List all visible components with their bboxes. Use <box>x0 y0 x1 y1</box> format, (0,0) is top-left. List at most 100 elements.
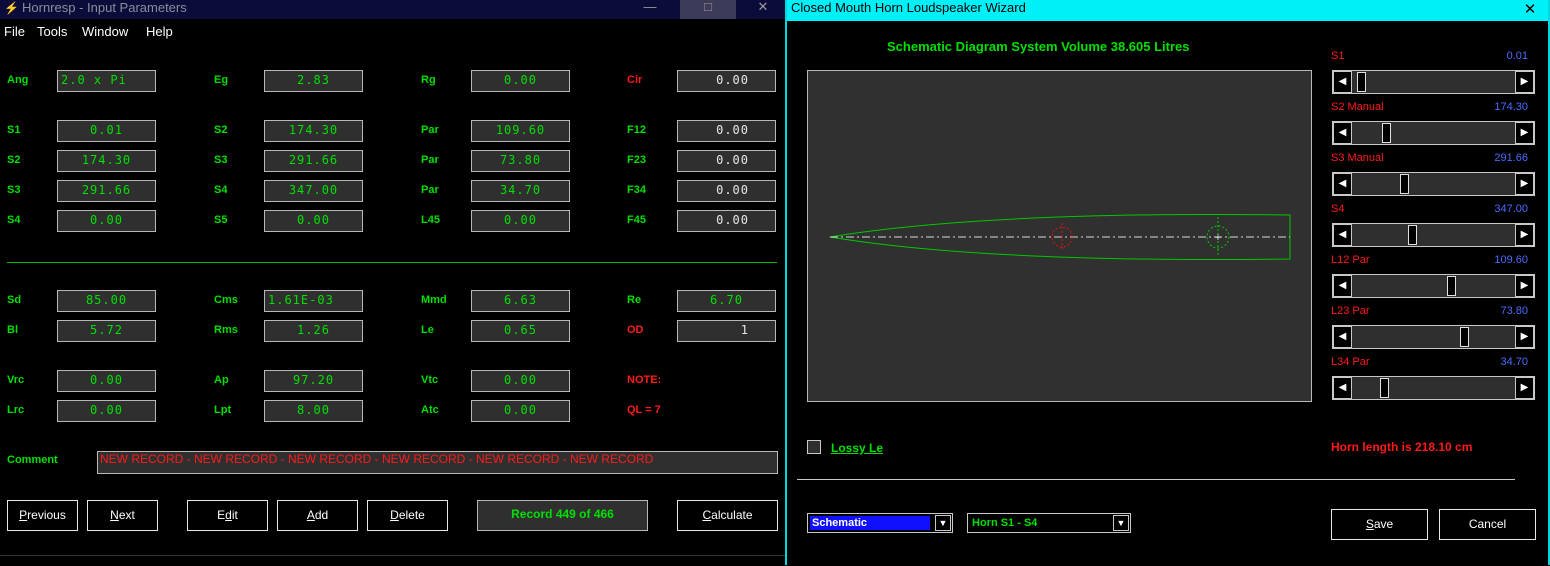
field-re[interactable]: 6.70 <box>677 290 776 312</box>
label-f34: F34 <box>627 184 646 196</box>
lossy-le-checkbox[interactable] <box>807 440 821 454</box>
ql-note: QL = 7 <box>627 404 661 416</box>
chevron-left-icon[interactable]: ◀ <box>1333 377 1352 399</box>
close-button[interactable]: ✕ <box>741 0 785 19</box>
field-od[interactable]: 1 <box>677 320 776 342</box>
field-lpt[interactable]: 8.00 <box>264 400 363 422</box>
label-mmd: Mmd <box>421 294 447 306</box>
previous-button[interactable]: Previous <box>7 500 78 531</box>
field-ap[interactable]: 97.20 <box>264 370 363 392</box>
field-rg[interactable]: 0.00 <box>471 70 570 92</box>
field-eg[interactable]: 2.83 <box>264 70 363 92</box>
horn-segment-select[interactable]: Horn S1 - S4 ▼ <box>967 513 1131 533</box>
chevron-right-icon[interactable]: ▶ <box>1515 377 1534 399</box>
field-rms[interactable]: 1.26 <box>264 320 363 342</box>
label-f45: F45 <box>627 214 646 226</box>
calculate-button[interactable]: Calculate <box>677 500 778 531</box>
slider-thumb[interactable] <box>1447 276 1457 296</box>
chevron-left-icon[interactable]: ◀ <box>1333 224 1352 246</box>
menu-window[interactable]: Window <box>82 24 128 39</box>
field-par-2[interactable]: 73.80 <box>471 150 570 172</box>
field-s4-right[interactable]: 347.00 <box>264 180 363 202</box>
chevron-right-icon[interactable]: ▶ <box>1515 275 1534 297</box>
chevron-left-icon[interactable]: ◀ <box>1333 275 1352 297</box>
menu-help[interactable]: Help <box>146 24 173 39</box>
field-s5[interactable]: 0.00 <box>264 210 363 232</box>
field-f45[interactable]: 0.00 <box>677 210 776 232</box>
delete-button[interactable]: Delete <box>367 500 448 531</box>
horn-segment-value: Horn S1 - S4 <box>972 517 1038 529</box>
field-f23[interactable]: 0.00 <box>677 150 776 172</box>
field-ang[interactable]: 2.0 x Pi <box>57 70 156 92</box>
parameter-slider[interactable]: ◀ ▶ <box>1332 325 1535 349</box>
field-bl[interactable]: 5.72 <box>57 320 156 342</box>
label-s3-right: S3 <box>214 154 228 166</box>
next-label: ext <box>118 508 135 522</box>
parameter-slider[interactable]: ◀ ▶ <box>1332 223 1535 247</box>
next-button[interactable]: Next <box>87 500 158 531</box>
slider-thumb[interactable] <box>1459 327 1469 347</box>
chevron-right-icon[interactable]: ▶ <box>1515 173 1534 195</box>
lossy-le-text: Lossy Le <box>831 441 884 455</box>
field-mmd[interactable]: 6.63 <box>471 290 570 312</box>
field-atc[interactable]: 0.00 <box>471 400 570 422</box>
field-sd[interactable]: 85.00 <box>57 290 156 312</box>
chevron-left-icon[interactable]: ◀ <box>1333 71 1352 93</box>
field-par-3[interactable]: 34.70 <box>471 180 570 202</box>
field-s3[interactable]: 291.66 <box>57 180 156 202</box>
chevron-left-icon[interactable]: ◀ <box>1333 173 1352 195</box>
field-f34[interactable]: 0.00 <box>677 180 776 202</box>
cancel-button[interactable]: Cancel <box>1439 509 1536 540</box>
chevron-down-icon[interactable]: ▼ <box>1113 515 1129 531</box>
parameter-slider[interactable]: ◀ ▶ <box>1332 172 1535 196</box>
parameter-slider[interactable]: ◀ ▶ <box>1332 70 1535 94</box>
field-s3-right[interactable]: 291.66 <box>264 150 363 172</box>
minimize-button[interactable]: — <box>628 0 672 19</box>
field-lrc[interactable]: 0.00 <box>57 400 156 422</box>
field-cir[interactable]: 0.00 <box>677 70 776 92</box>
parameter-slider[interactable]: ◀ ▶ <box>1332 274 1535 298</box>
field-vtc[interactable]: 0.00 <box>471 370 570 392</box>
field-par-1[interactable]: 109.60 <box>471 120 570 142</box>
comment-input[interactable]: NEW RECORD - NEW RECORD - NEW RECORD - N… <box>97 451 778 474</box>
view-select[interactable]: Schematic ▼ <box>807 513 953 533</box>
edit-button[interactable]: Edit <box>187 500 268 531</box>
field-f12[interactable]: 0.00 <box>677 120 776 142</box>
slider-thumb[interactable] <box>1408 225 1418 245</box>
maximize-button[interactable]: □ <box>680 0 736 19</box>
save-label-accel: S <box>1365 517 1374 531</box>
slider-thumb[interactable] <box>1380 378 1390 398</box>
menu-tools[interactable]: Tools <box>37 24 67 39</box>
wizard-close-button[interactable]: ✕ <box>1516 0 1544 20</box>
slider-thumb[interactable] <box>1400 174 1410 194</box>
chevron-right-icon[interactable]: ▶ <box>1515 71 1534 93</box>
field-s2[interactable]: 174.30 <box>57 150 156 172</box>
label-par-1: Par <box>421 124 439 136</box>
chevron-right-icon[interactable]: ▶ <box>1515 122 1534 144</box>
slider-value: 109.60 <box>1494 254 1528 266</box>
label-ap: Ap <box>214 374 229 386</box>
field-s2-right[interactable]: 174.30 <box>264 120 363 142</box>
chevron-right-icon[interactable]: ▶ <box>1515 326 1534 348</box>
save-button[interactable]: Save <box>1331 509 1428 540</box>
parameter-slider[interactable]: ◀ ▶ <box>1332 376 1535 400</box>
chevron-right-icon[interactable]: ▶ <box>1515 224 1534 246</box>
chevron-down-icon[interactable]: ▼ <box>935 515 951 531</box>
slider-thumb[interactable] <box>1381 123 1391 143</box>
chevron-left-icon[interactable]: ◀ <box>1333 326 1352 348</box>
chevron-left-icon[interactable]: ◀ <box>1333 122 1352 144</box>
parameter-slider[interactable]: ◀ ▶ <box>1332 121 1535 145</box>
menu-file[interactable]: File <box>4 24 25 39</box>
view-select-value: Schematic <box>810 516 930 530</box>
field-s4[interactable]: 0.00 <box>57 210 156 232</box>
field-cms[interactable]: 1.61E-03 <box>264 290 363 312</box>
label-s4: S4 <box>7 214 21 226</box>
field-le[interactable]: 0.65 <box>471 320 570 342</box>
add-button[interactable]: Add <box>277 500 358 531</box>
horn-length-text: Horn length is 218.10 cm <box>1331 440 1473 454</box>
field-s1[interactable]: 0.01 <box>57 120 156 142</box>
slider-thumb[interactable] <box>1356 72 1366 92</box>
field-vrc[interactable]: 0.00 <box>57 370 156 392</box>
field-l45[interactable]: 0.00 <box>471 210 570 232</box>
lossy-le-label[interactable]: Lossy Le <box>831 441 883 455</box>
